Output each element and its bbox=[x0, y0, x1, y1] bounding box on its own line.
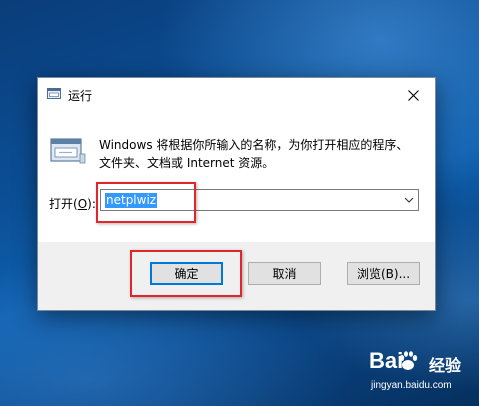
dialog-title: 运行 bbox=[68, 89, 93, 103]
browse-button[interactable]: 浏览(B)... bbox=[347, 262, 420, 285]
dialog-footer: 确定 取消 浏览(B)... bbox=[38, 242, 435, 310]
dialog-body: Windows 将根据你所输入的名称，为你打开相应的程序、文件夹、文档或 Int… bbox=[38, 112, 435, 242]
run-app-icon bbox=[47, 88, 61, 99]
watermark-brand-right: 经验 bbox=[429, 358, 462, 375]
open-input-value[interactable]: netplwiz bbox=[105, 193, 158, 208]
open-label: 打开(O): bbox=[49, 195, 96, 212]
open-label-suffix: ): bbox=[87, 197, 96, 211]
open-label-accesskey: O bbox=[77, 197, 88, 211]
watermark-url: jingyan.baidu.com bbox=[371, 380, 452, 391]
run-dialog: 运行 Windows 将根据你所输入的名称，为你打开相应的程序、文件夹、文档或 … bbox=[37, 77, 436, 311]
close-button[interactable] bbox=[391, 78, 435, 112]
ok-button[interactable]: 确定 bbox=[150, 262, 223, 285]
close-icon bbox=[407, 89, 419, 101]
baidu-watermark: Bai 经验 jingyan.baidu.com bbox=[365, 348, 475, 404]
dialog-description: Windows 将根据你所输入的名称，为你打开相应的程序、文件夹、文档或 Int… bbox=[99, 138, 409, 170]
dropdown-arrow-icon[interactable] bbox=[403, 194, 415, 206]
cancel-button[interactable]: 取消 bbox=[248, 262, 321, 285]
title-bar[interactable]: 运行 bbox=[38, 78, 435, 112]
baidu-paw-icon bbox=[399, 351, 418, 370]
run-program-icon bbox=[50, 138, 86, 164]
open-combobox[interactable]: netplwiz bbox=[100, 189, 419, 211]
open-label-prefix: 打开( bbox=[49, 197, 78, 211]
